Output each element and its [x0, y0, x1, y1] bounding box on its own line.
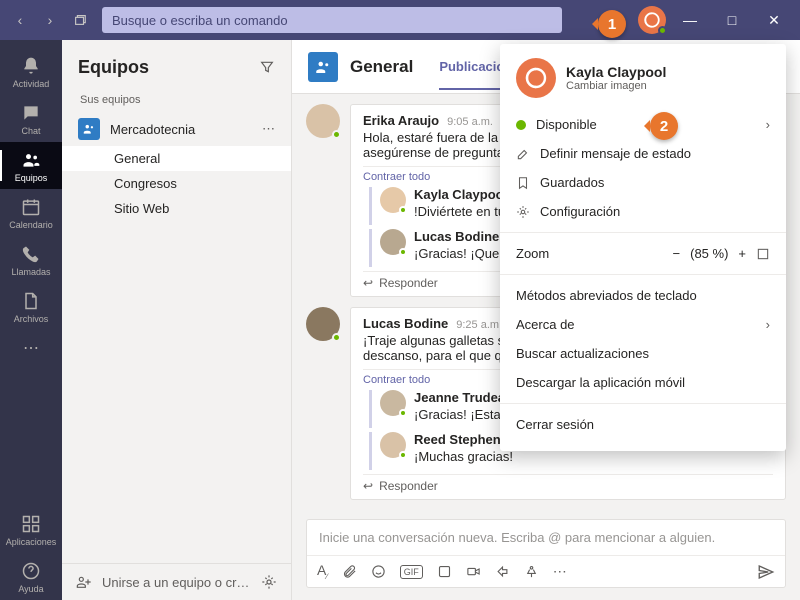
zoom-value: (85 %) [690, 246, 728, 261]
avatar[interactable] [380, 390, 406, 416]
zoom-label: Zoom [516, 246, 663, 261]
team-more-icon[interactable]: ⋯ [262, 121, 275, 137]
saved-item[interactable]: Guardados [500, 168, 786, 197]
minimize-button[interactable]: — [672, 6, 708, 34]
callout-1: 1 [598, 10, 626, 38]
teams-pane: Equipos Sus equipos Mercadotecnia ⋯ Gene… [62, 40, 292, 600]
team-name: Mercadotecnia [110, 122, 195, 137]
back-button[interactable]: ‹ [8, 8, 32, 32]
channel-icon [308, 52, 338, 82]
chevron-right-icon: › [766, 117, 770, 132]
zoom-out-button[interactable]: − [673, 246, 681, 261]
reply-icon: ↩ [363, 479, 373, 493]
sign-out[interactable]: Cerrar sesión [500, 410, 786, 439]
avatar[interactable] [380, 432, 406, 458]
rail-calls[interactable]: Llamadas [0, 236, 62, 283]
callout-2: 2 [650, 112, 678, 140]
new-window-icon[interactable] [68, 8, 92, 32]
post-time: 9:05 a.m. [447, 116, 493, 128]
reply-icon: ↩ [363, 276, 373, 290]
reply-button[interactable]: ↩Responder [363, 474, 773, 495]
maximize-button[interactable]: □ [714, 6, 750, 34]
rail-apps[interactable]: Aplicaciones [0, 506, 62, 553]
gear-icon [516, 205, 530, 219]
download-mobile[interactable]: Descargar la aplicación móvil [500, 368, 786, 397]
zoom-in-button[interactable]: + [738, 246, 746, 261]
gif-icon[interactable]: GIF [400, 565, 423, 579]
profile-avatar[interactable] [638, 6, 666, 34]
meet-icon[interactable] [466, 564, 481, 579]
title-bar: ‹ › Busque o escriba un comando — □ ✕ [0, 0, 800, 40]
search-input[interactable]: Busque o escriba un comando [102, 7, 562, 33]
settings-gear-icon[interactable] [261, 574, 277, 590]
profile-menu: Kayla Claypool Cambiar imagen Disponible… [500, 44, 786, 451]
change-picture-link[interactable]: Cambiar imagen [566, 80, 666, 92]
join-team-label[interactable]: Unirse a un equipo o crea... [102, 575, 251, 590]
about-item[interactable]: Acerca de› [500, 310, 786, 339]
rail-chat[interactable]: Chat [0, 95, 62, 142]
emoji-icon[interactable] [371, 564, 386, 579]
available-icon [516, 120, 526, 130]
presence-indicator [658, 26, 667, 35]
format-icon[interactable]: A∕ [317, 562, 328, 581]
avatar[interactable] [380, 229, 406, 255]
channel-title: General [350, 57, 413, 77]
rail-teams[interactable]: Equipos [0, 142, 62, 189]
edit-icon [516, 147, 530, 161]
your-teams-label: Sus equipos [62, 94, 291, 112]
praise-icon[interactable] [524, 564, 539, 579]
compose-input[interactable]: Inicie una conversación nueva. Escriba @… [307, 520, 785, 555]
rail-help[interactable]: Ayuda [0, 553, 62, 600]
check-updates[interactable]: Buscar actualizaciones [500, 339, 786, 368]
post-author: Erika Araujo [363, 113, 439, 128]
team-row[interactable]: Mercadotecnia ⋯ [62, 112, 291, 146]
avatar[interactable] [306, 104, 340, 138]
set-status-message[interactable]: Definir mensaje de estado [500, 139, 786, 168]
avatar[interactable] [380, 187, 406, 213]
post-time: 9:25 a.m. [456, 319, 502, 331]
sticker-icon[interactable] [437, 564, 452, 579]
post-author: Lucas Bodine [363, 316, 448, 331]
zoom-row: Zoom − (85 %) + [500, 239, 786, 268]
teams-title: Equipos [78, 57, 149, 78]
app-rail: Actividad Chat Equipos Calendario Llamad… [0, 40, 62, 600]
compose-box: Inicie una conversación nueva. Escriba @… [306, 519, 786, 588]
channel-congresos[interactable]: Congresos [62, 171, 291, 196]
stream-icon[interactable] [495, 564, 510, 579]
close-button[interactable]: ✕ [756, 6, 792, 34]
join-team-icon[interactable] [76, 574, 92, 590]
filter-icon[interactable] [259, 59, 275, 75]
channel-sitioweb[interactable]: Sitio Web [62, 196, 291, 221]
more-icon[interactable]: ⋯ [553, 563, 567, 580]
fullscreen-icon[interactable] [756, 247, 770, 261]
avatar[interactable] [306, 307, 340, 341]
search-placeholder: Busque o escriba un comando [112, 13, 288, 28]
send-icon[interactable] [757, 563, 775, 581]
profile-avatar-large[interactable] [516, 58, 556, 98]
bookmark-icon [516, 176, 530, 190]
team-icon [78, 118, 100, 140]
rail-calendar[interactable]: Calendario [0, 189, 62, 236]
rail-more[interactable]: ⋯ [0, 330, 62, 364]
attach-icon[interactable] [342, 564, 357, 579]
channel-general[interactable]: General [62, 146, 291, 171]
keyboard-shortcuts[interactable]: Métodos abreviados de teclado [500, 281, 786, 310]
rail-files[interactable]: Archivos [0, 283, 62, 330]
profile-name: Kayla Claypool [566, 64, 666, 80]
chevron-right-icon: › [766, 317, 770, 332]
settings-item[interactable]: Configuración [500, 197, 786, 226]
forward-button[interactable]: › [38, 8, 62, 32]
rail-activity[interactable]: Actividad [0, 48, 62, 95]
